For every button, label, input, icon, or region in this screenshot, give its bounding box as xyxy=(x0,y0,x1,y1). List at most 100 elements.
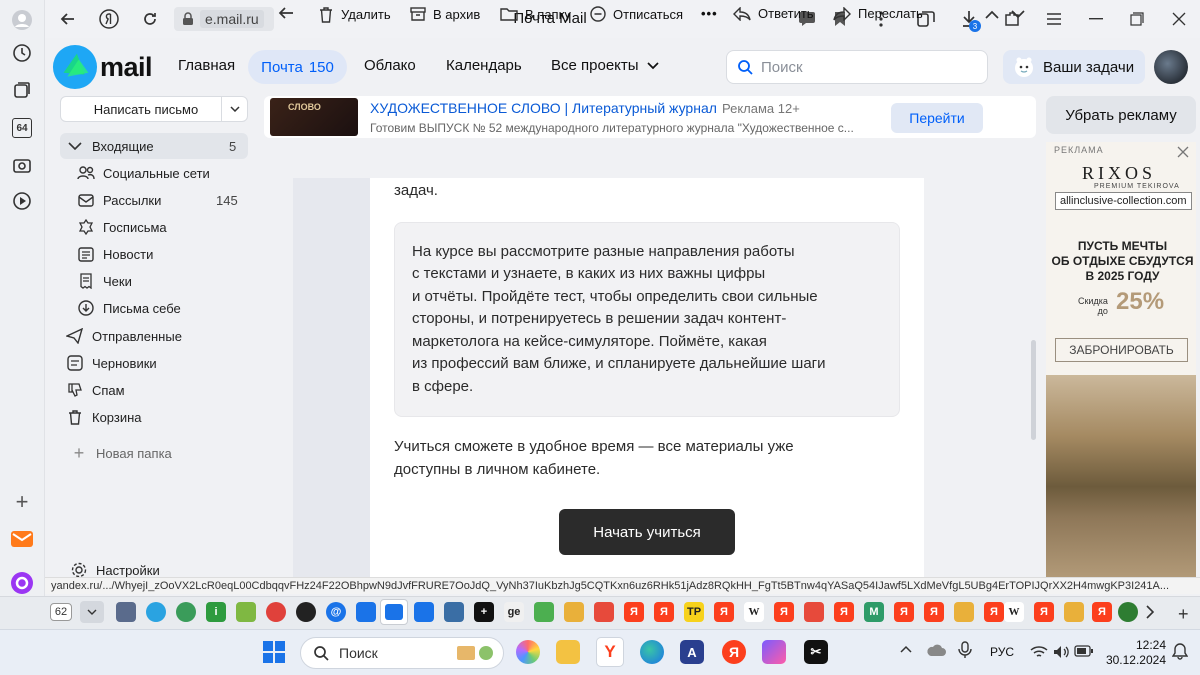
tab-yandex-icon[interactable]: Я xyxy=(654,602,674,622)
back-to-list-button[interactable] xyxy=(278,6,294,20)
prev-message-button[interactable] xyxy=(985,10,999,19)
folder-newsletters[interactable]: Рассылки 145 xyxy=(77,190,242,210)
tabs-count-badge[interactable]: 62 xyxy=(50,603,72,621)
tab-image-icon[interactable] xyxy=(1064,602,1084,622)
reload-icon[interactable] xyxy=(139,8,161,30)
notification-bell-icon[interactable] xyxy=(1172,642,1188,660)
nav-cloud[interactable]: Облако xyxy=(364,57,416,74)
compose-button[interactable]: Написать письмо xyxy=(60,96,248,122)
tab-yandex-icon[interactable]: Я xyxy=(624,602,644,622)
taskbar-search[interactable]: Поиск xyxy=(300,637,504,669)
more-button[interactable]: ••• xyxy=(701,6,718,21)
tab-yandex-icon[interactable]: Я xyxy=(834,602,854,622)
taskbar-clock[interactable]: 12:24 30.12.2024 xyxy=(1100,638,1166,668)
tab-favicon[interactable] xyxy=(236,602,256,622)
wifi-icon[interactable] xyxy=(1030,645,1048,659)
mail-logo[interactable]: mail xyxy=(52,42,153,92)
folder-receipts[interactable]: Чеки xyxy=(77,271,132,291)
address-bar[interactable]: e.mail.ru xyxy=(174,7,274,31)
copilot-icon[interactable] xyxy=(516,640,540,664)
tabs-dropdown[interactable] xyxy=(80,601,104,623)
tab-favicon[interactable] xyxy=(116,602,136,622)
minimize-icon[interactable] xyxy=(1085,8,1107,30)
folder-drafts[interactable]: Черновики xyxy=(66,353,157,373)
tab-globe-icon[interactable] xyxy=(176,602,196,622)
tabs-scroll-right-icon[interactable] xyxy=(1146,605,1154,619)
tab-yandex-icon[interactable]: Я xyxy=(1092,602,1112,622)
video-editor-icon[interactable] xyxy=(762,640,786,664)
tab-favicon[interactable] xyxy=(804,602,824,622)
folder-spam[interactable]: Спам xyxy=(66,380,125,400)
folder-sent[interactable]: Отправленные xyxy=(66,326,182,346)
file-explorer-icon[interactable] xyxy=(556,640,580,664)
yandex-logo-icon[interactable] xyxy=(98,8,120,30)
tab-mail-active[interactable] xyxy=(380,599,408,625)
folder-to-self[interactable]: Письма себе xyxy=(77,298,181,318)
tab-favicon[interactable] xyxy=(564,602,584,622)
banner-ad-title[interactable]: ХУДОЖЕСТВЕННОЕ СЛОВО | Литературный журн… xyxy=(370,100,717,116)
tab-wikipedia-icon[interactable]: W xyxy=(744,602,764,622)
tab-yandex-icon[interactable]: Я xyxy=(984,602,1004,622)
tab-yandex-icon[interactable]: Я xyxy=(894,602,914,622)
search-input[interactable]: Поиск xyxy=(726,50,988,84)
unsubscribe-button[interactable]: Отписаться xyxy=(590,6,683,22)
remove-ads-button[interactable]: Убрать рекламу xyxy=(1046,96,1196,134)
new-folder-button[interactable]: + Новая папка xyxy=(70,443,172,463)
tab-at-icon[interactable]: @ xyxy=(326,602,346,622)
volume-icon[interactable] xyxy=(1053,645,1071,659)
alice-icon[interactable] xyxy=(10,571,34,595)
tab-play-icon[interactable] xyxy=(534,602,554,622)
side-ad-book-button[interactable]: ЗАБРОНИРОВАТЬ xyxy=(1055,338,1188,362)
tab-favicon[interactable]: ge xyxy=(504,602,524,622)
reply-button[interactable]: Ответить xyxy=(733,6,814,21)
archive-button[interactable]: В архив xyxy=(410,6,480,22)
edge-icon[interactable] xyxy=(640,640,664,664)
tab-mail-icon[interactable] xyxy=(356,602,376,622)
avatar[interactable] xyxy=(1154,50,1188,84)
history-icon[interactable] xyxy=(10,41,34,65)
nav-home[interactable]: Главная xyxy=(178,57,235,74)
camera-icon[interactable] xyxy=(10,153,34,177)
compose-menu-chevron[interactable] xyxy=(221,97,247,121)
battery-icon[interactable] xyxy=(1074,645,1094,657)
ad-close-icon[interactable] xyxy=(1177,146,1189,158)
tab-favicon[interactable]: TP xyxy=(684,602,704,622)
close-icon[interactable] xyxy=(1168,8,1190,30)
yandex-app-icon[interactable]: Я xyxy=(722,640,746,664)
next-message-button[interactable] xyxy=(1011,10,1025,19)
tab-clock-icon[interactable] xyxy=(296,602,316,622)
folder-trash[interactable]: Корзина xyxy=(66,407,142,427)
settings-menu-icon[interactable] xyxy=(1043,8,1065,30)
new-tab-icon[interactable]: + xyxy=(1178,604,1189,625)
collections-icon[interactable] xyxy=(10,78,34,102)
tab-mail-icon[interactable] xyxy=(414,602,434,622)
tab-telegram-icon[interactable] xyxy=(146,602,166,622)
folder-social[interactable]: Социальные сети xyxy=(77,163,210,183)
profile-icon[interactable] xyxy=(10,8,34,32)
folder-inbox[interactable]: Входящие 5 xyxy=(66,136,242,156)
tab-yandex-icon[interactable]: Я xyxy=(1034,602,1054,622)
tab-gift-icon[interactable] xyxy=(594,602,614,622)
language-indicator[interactable]: РУС xyxy=(990,645,1014,659)
mail-app-icon[interactable] xyxy=(10,527,34,551)
app-icon[interactable]: A xyxy=(680,640,704,664)
nav-all-projects[interactable]: Все проекты xyxy=(551,57,659,74)
capcut-icon[interactable]: ✂ xyxy=(804,640,828,664)
tab-image-icon[interactable] xyxy=(954,602,974,622)
tab-favicon[interactable] xyxy=(444,602,464,622)
delete-button[interactable]: Удалить xyxy=(318,6,391,23)
yandex-browser-icon[interactable]: Y xyxy=(596,637,624,667)
banner-go-button[interactable]: Перейти xyxy=(891,103,983,133)
tab-favicon[interactable] xyxy=(1118,602,1138,622)
tile-64-icon[interactable]: 64 xyxy=(10,116,34,140)
tab-yandex-icon[interactable]: Я xyxy=(774,602,794,622)
move-to-folder-button[interactable]: В папку xyxy=(500,6,571,22)
tab-info-icon[interactable]: i xyxy=(206,602,226,622)
tray-chevron-up-icon[interactable] xyxy=(900,645,912,653)
back-icon[interactable] xyxy=(57,8,79,30)
folder-gov[interactable]: Госписьма xyxy=(77,217,167,237)
downloads-icon[interactable]: 3 xyxy=(958,8,981,32)
windows-start-icon[interactable] xyxy=(263,641,285,663)
start-learning-button[interactable]: Начать учиться xyxy=(559,509,735,555)
tab-wikipedia-icon[interactable]: W xyxy=(1004,602,1024,622)
